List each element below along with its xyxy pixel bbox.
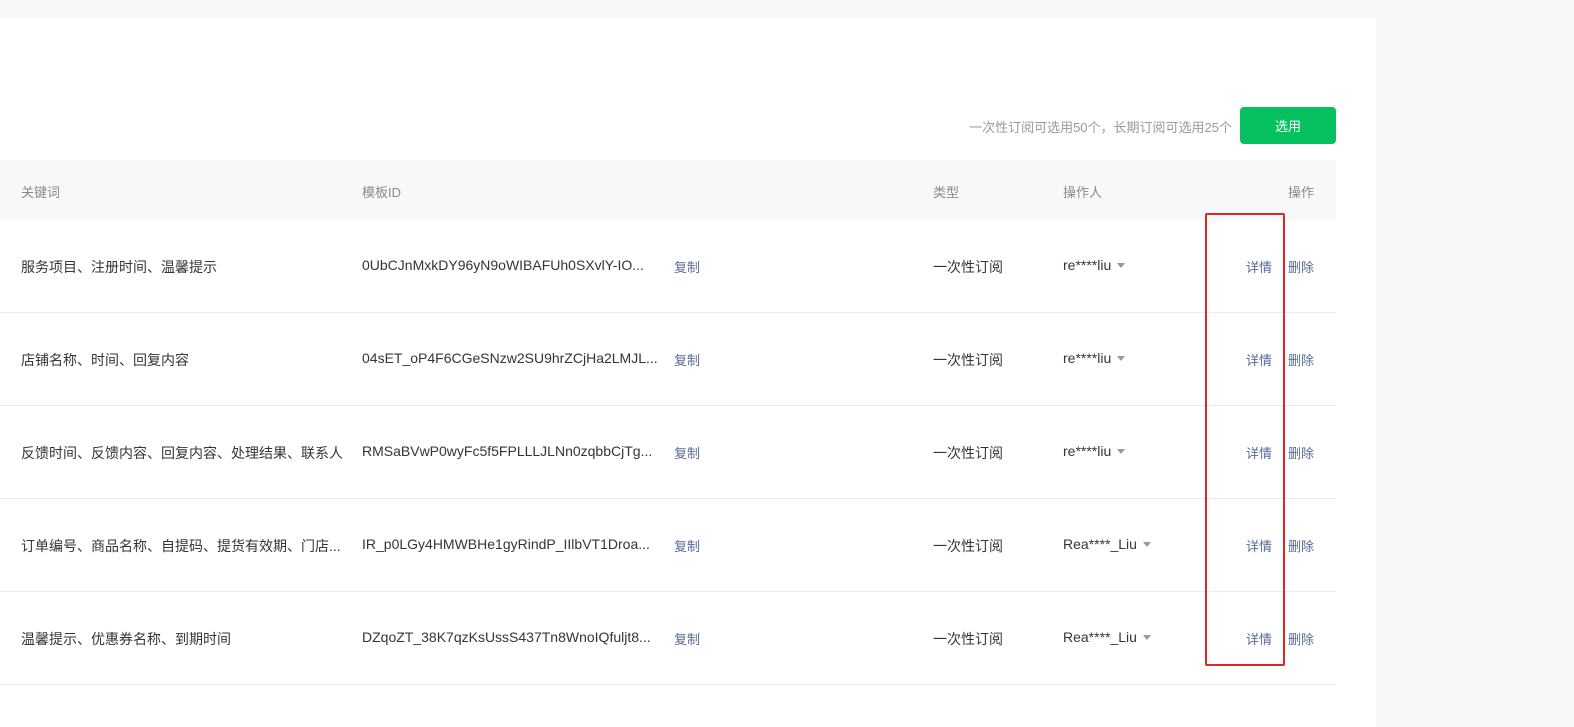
- operator-name: Rea****_Liu: [1063, 629, 1137, 645]
- delete-link[interactable]: 删除: [1288, 257, 1314, 276]
- row-template-id: 0UbCJnMxkDY96yN9oWIBAFUh0SXvlY-IO...: [362, 257, 644, 273]
- table-row: 订单编号、商品名称、自提码、提货有效期、门店... IR_p0LGy4HMWBH…: [0, 499, 1336, 592]
- row-type: 一次性订阅: [933, 352, 1003, 368]
- delete-link[interactable]: 删除: [1288, 629, 1314, 648]
- row-type: 一次性订阅: [933, 538, 1003, 554]
- quota-hint: 一次性订阅可选用50个，长期订阅可选用25个: [969, 120, 1232, 135]
- row-type: 一次性订阅: [933, 445, 1003, 461]
- row-type: 一次性订阅: [933, 259, 1003, 275]
- delete-link[interactable]: 删除: [1288, 536, 1314, 555]
- row-type: 一次性订阅: [933, 631, 1003, 647]
- operator-dropdown[interactable]: re****liu: [1063, 350, 1126, 366]
- detail-link[interactable]: 详情: [1246, 257, 1272, 276]
- operator-name: re****liu: [1063, 257, 1112, 273]
- header-keywords: 关键词: [21, 185, 61, 200]
- detail-link[interactable]: 详情: [1246, 350, 1272, 369]
- table-row: 反馈时间、反馈内容、回复内容、处理结果、联系人 RMSaBVwP0wyFc5f5…: [0, 406, 1336, 499]
- header-template-id: 模板ID: [362, 185, 402, 200]
- copy-link[interactable]: 复制: [674, 443, 700, 462]
- row-template-id: 04sET_oP4F6CGeSNzw2SU9hrZCjHa2LMJL...: [362, 350, 658, 366]
- top-background: [0, 0, 1574, 18]
- row-template-id: RMSaBVwP0wyFc5f5FPLLLJLNn0zqbbCjTg...: [362, 443, 653, 459]
- copy-link[interactable]: 复制: [674, 629, 700, 648]
- header-operator: 操作人: [1063, 185, 1103, 200]
- table-row: 温馨提示、优惠券名称、到期时间 DZqoZT_38K7qzKsUssS437Tn…: [0, 592, 1336, 685]
- right-gutter: [1376, 18, 1574, 727]
- operator-dropdown[interactable]: Rea****_Liu: [1063, 536, 1151, 552]
- row-keywords: 订单编号、商品名称、自提码、提货有效期、门店...: [21, 538, 341, 554]
- operator-dropdown[interactable]: re****liu: [1063, 257, 1126, 273]
- row-keywords: 店铺名称、时间、回复内容: [21, 352, 189, 368]
- detail-link[interactable]: 详情: [1246, 629, 1272, 648]
- header-actions: 操作: [1288, 185, 1315, 200]
- operator-name: re****liu: [1063, 350, 1112, 366]
- select-template-button[interactable]: 选用: [1240, 107, 1336, 144]
- template-toolbar: 一次性订阅可选用50个，长期订阅可选用25个 选用: [0, 107, 1336, 144]
- row-keywords: 服务项目、注册时间、温馨提示: [21, 259, 217, 275]
- row-keywords: 反馈时间、反馈内容、回复内容、处理结果、联系人: [21, 445, 343, 461]
- caret-down-icon: [1142, 634, 1151, 640]
- row-template-id: DZqoZT_38K7qzKsUssS437Tn8WnoIQfuljt8...: [362, 629, 651, 645]
- table-row: 店铺名称、时间、回复内容 04sET_oP4F6CGeSNzw2SU9hrZCj…: [0, 313, 1336, 406]
- row-template-id: IR_p0LGy4HMWBHe1gyRindP_IIlbVT1Droa...: [362, 536, 650, 552]
- template-table: 关键词 模板ID 类型 操作人 操作 服务项目、注册时间、温馨提示 0UbCJn…: [0, 160, 1336, 685]
- delete-link[interactable]: 删除: [1288, 443, 1314, 462]
- copy-link[interactable]: 复制: [674, 536, 700, 555]
- operator-dropdown[interactable]: re****liu: [1063, 443, 1126, 459]
- row-keywords: 温馨提示、优惠券名称、到期时间: [21, 631, 231, 647]
- operator-name: re****liu: [1063, 443, 1112, 459]
- delete-link[interactable]: 删除: [1288, 350, 1314, 369]
- caret-down-icon: [1117, 355, 1126, 361]
- copy-link[interactable]: 复制: [674, 257, 700, 276]
- header-type: 类型: [933, 185, 960, 200]
- operator-dropdown[interactable]: Rea****_Liu: [1063, 629, 1151, 645]
- operator-name: Rea****_Liu: [1063, 536, 1137, 552]
- caret-down-icon: [1117, 448, 1126, 454]
- caret-down-icon: [1142, 541, 1151, 547]
- detail-link[interactable]: 详情: [1246, 443, 1272, 462]
- caret-down-icon: [1117, 262, 1126, 268]
- table-row: 服务项目、注册时间、温馨提示 0UbCJnMxkDY96yN9oWIBAFUh0…: [0, 220, 1336, 313]
- detail-link[interactable]: 详情: [1246, 536, 1272, 555]
- table-header: 关键词 模板ID 类型 操作人 操作: [0, 160, 1336, 220]
- copy-link[interactable]: 复制: [674, 350, 700, 369]
